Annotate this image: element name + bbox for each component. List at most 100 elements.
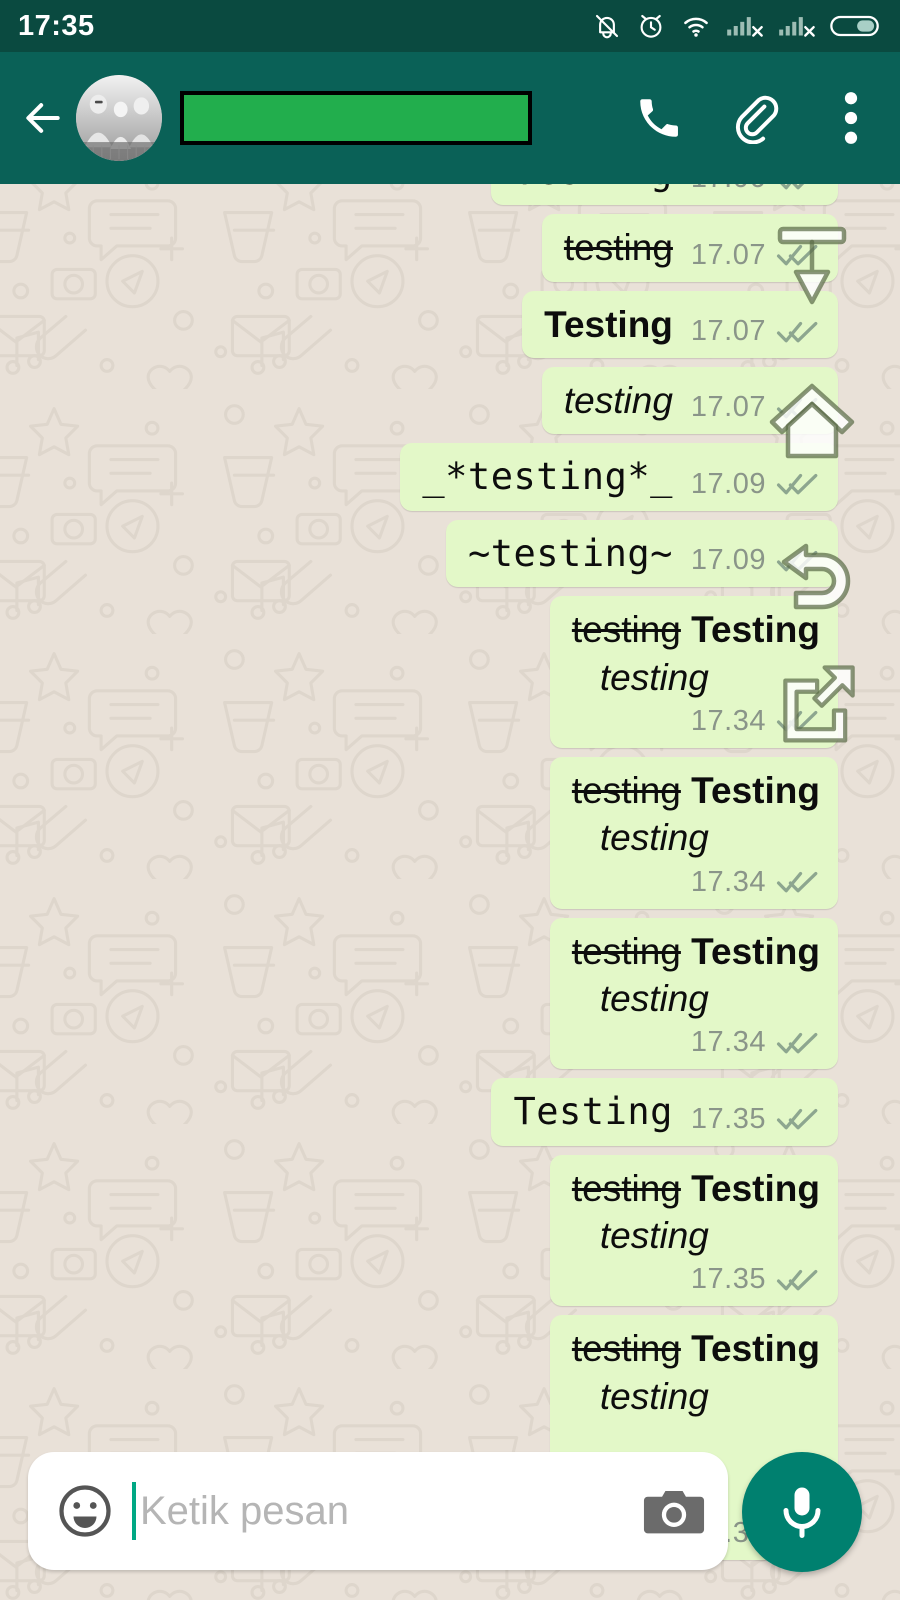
voice-record-button[interactable]: [742, 1452, 862, 1572]
status-bar: 17:35: [0, 0, 900, 52]
message-timestamp: 17.34: [690, 865, 766, 898]
message-text: testing: [564, 224, 673, 271]
message-meta: 17.34: [691, 866, 820, 899]
message-text-run: testing: [571, 1328, 681, 1370]
battery-icon: [830, 15, 879, 37]
emoji-button[interactable]: [54, 1480, 116, 1542]
chat-header: [0, 52, 900, 184]
message-text-run: testing: [571, 769, 681, 811]
message-list[interactable]: Testing17.06testing17.07Testing17.07test…: [0, 184, 900, 1600]
read-receipt-double-tick-icon: [776, 1269, 818, 1291]
message-meta: 17.07: [691, 315, 820, 348]
message-meta: 17.07: [691, 239, 820, 272]
microphone-icon: [783, 1487, 821, 1538]
read-receipt-double-tick-icon: [776, 711, 818, 732]
message-bubble[interactable]: Testing 17.35: [491, 1078, 838, 1146]
message-text-run: testing: [563, 380, 673, 422]
input-placeholder: Ketik pesan: [140, 1489, 350, 1533]
read-receipt-double-tick-icon: [776, 550, 818, 572]
message-line: Testing: [544, 301, 673, 348]
message-meta: 17.09: [691, 468, 820, 501]
message-bubble[interactable]: testing Testing testing 17.34: [549, 596, 838, 748]
message-bubble[interactable]: testing Testing testing 17.34: [549, 756, 838, 909]
message-text: _*testing*_: [422, 453, 673, 500]
message-timestamp: 17.07: [690, 238, 766, 271]
overflow-menu-button[interactable]: [824, 89, 878, 147]
phone-icon: [640, 99, 678, 137]
message-text-run: Testing: [691, 609, 820, 651]
message-timestamp: 17.09: [690, 544, 766, 577]
message-bubble[interactable]: _*testing*_ 17.09: [400, 443, 838, 511]
read-receipt-double-tick-icon: [776, 397, 818, 419]
message-text-run: testing: [599, 817, 709, 859]
message-text-run: Testing: [513, 184, 672, 193]
message-line: testing: [564, 377, 673, 424]
message-text-run: _*testing*_: [422, 455, 673, 499]
message-line: testing: [572, 654, 820, 701]
read-receipt-double-tick-icon: [776, 321, 818, 342]
message-bubble[interactable]: testing Testing testing 17.35: [549, 1154, 838, 1307]
message-text-run: [681, 609, 691, 650]
message-text-run: Testing: [691, 1167, 820, 1209]
message-line: testing Testing: [572, 1165, 820, 1212]
back-arrow-icon: [26, 103, 60, 133]
message-line: ~testing~: [468, 530, 673, 577]
message-meta: 17.35: [691, 1103, 820, 1136]
message-text: testing Testing testing: [572, 928, 820, 1023]
message-meta: 17.09: [691, 544, 820, 577]
message-bubble[interactable]: Testing 17.06: [491, 184, 838, 206]
message-line: testing Testing: [572, 1325, 820, 1372]
message-input-bar[interactable]: Ketik pesan: [28, 1452, 728, 1570]
message-bubble[interactable]: testing 17.07: [541, 214, 838, 282]
message-text-run: Testing: [691, 930, 820, 972]
signal-no-sim-1-icon: [727, 17, 763, 37]
message-text-run: [681, 1328, 691, 1369]
back-button[interactable]: [14, 89, 72, 147]
alarm-clock-icon: [640, 14, 662, 38]
message-bubble[interactable]: Testing 17.07: [522, 290, 838, 359]
message-line: _*testing*_: [422, 453, 673, 500]
attach-button[interactable]: [728, 89, 782, 147]
message-line: Testing: [513, 1088, 672, 1135]
read-receipt-double-tick-icon: [776, 474, 818, 495]
message-bubble[interactable]: testing 17.07: [541, 367, 838, 435]
message-text-run: testing: [599, 977, 709, 1019]
message-meta: 17.34: [691, 705, 820, 738]
contact-name-redaction[interactable]: [180, 91, 532, 145]
message-bubble[interactable]: testing Testing testing 17.34: [549, 917, 838, 1070]
message-text-run: Testing: [691, 1328, 820, 1370]
camera-button[interactable]: [642, 1481, 706, 1541]
read-receipt-double-tick-icon: [776, 1109, 818, 1130]
message-bubble[interactable]: ~testing~ 17.09: [445, 519, 838, 588]
message-meta: 17.07: [691, 391, 820, 424]
message-text: testing Testing testing: [572, 606, 820, 701]
message-text-run: testing: [563, 227, 673, 269]
message-meta: 17.34: [691, 1026, 820, 1059]
message-text-run: testing: [599, 1215, 709, 1257]
message-text-run: testing: [599, 1375, 709, 1417]
message-text-run: Testing: [513, 1090, 673, 1134]
message-text: Testing: [513, 184, 672, 195]
message-text: testing Testing testing: [572, 767, 820, 862]
status-clock: 17:35: [18, 9, 95, 42]
message-meta: 17.06: [691, 184, 820, 195]
message-timestamp: 17.35: [690, 1263, 766, 1296]
message-line: testing: [564, 224, 673, 271]
signal-no-sim-2-icon: [779, 17, 815, 37]
message-timestamp: 17.34: [690, 704, 766, 737]
message-text-run: [681, 931, 691, 972]
message-timestamp: 17.09: [690, 467, 766, 500]
message-timestamp: 17.34: [690, 1026, 766, 1059]
voice-call-button[interactable]: [632, 89, 686, 147]
message-input-field[interactable]: Ketik pesan: [132, 1475, 642, 1547]
read-receipt-double-tick-icon: [776, 872, 818, 893]
message-text: Testing: [513, 1088, 672, 1135]
message-line: testing Testing: [572, 767, 820, 814]
message-timestamp: 17.07: [690, 391, 766, 424]
text-cursor: [132, 1482, 136, 1540]
message-text-run: [681, 770, 691, 811]
message-text: Testing: [544, 301, 673, 348]
message-line: testing Testing: [572, 606, 820, 653]
message-line: testing: [572, 1373, 820, 1420]
contact-avatar[interactable]: [76, 75, 162, 161]
